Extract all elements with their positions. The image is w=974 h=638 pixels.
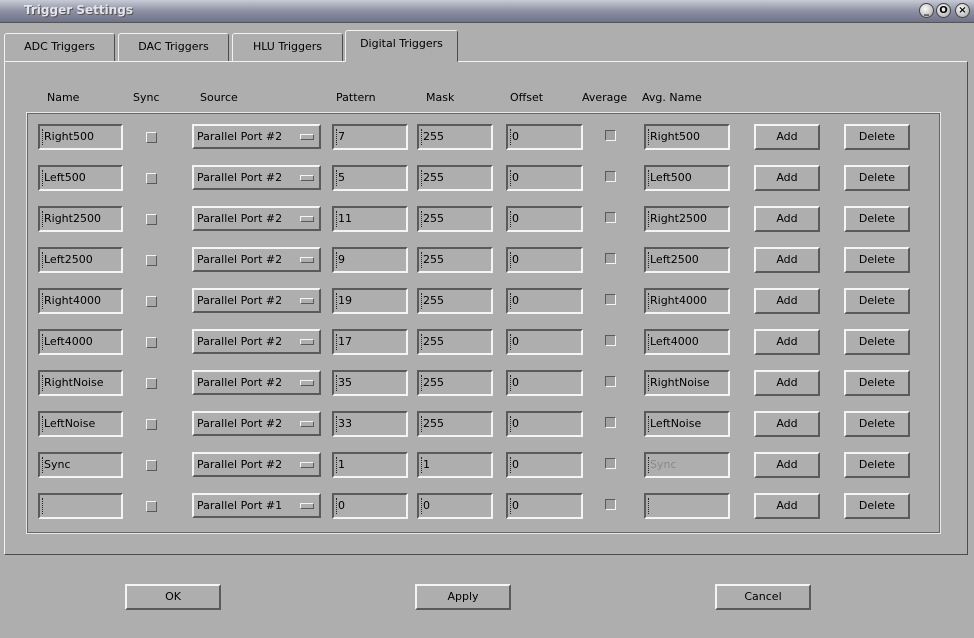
tab-adc-triggers[interactable]: ADC Triggers: [4, 33, 115, 61]
window-title: Trigger Settings: [24, 3, 133, 17]
cancel-button[interactable]: Cancel: [715, 584, 811, 610]
apply-button[interactable]: Apply: [415, 584, 511, 610]
close-button[interactable]: ×: [955, 3, 970, 18]
tab-digital-triggers[interactable]: Digital Triggers: [345, 30, 458, 62]
tab-dac-triggers[interactable]: DAC Triggers: [118, 33, 229, 61]
minimize-button[interactable]: _: [919, 3, 934, 18]
ok-button[interactable]: OK: [125, 584, 221, 610]
digital-triggers-panel: [4, 61, 968, 555]
title-bar[interactable]: Trigger Settings _ O ×: [0, 0, 974, 23]
maximize-button[interactable]: O: [936, 3, 951, 18]
tab-hlu-triggers[interactable]: HLU Triggers: [232, 33, 343, 61]
